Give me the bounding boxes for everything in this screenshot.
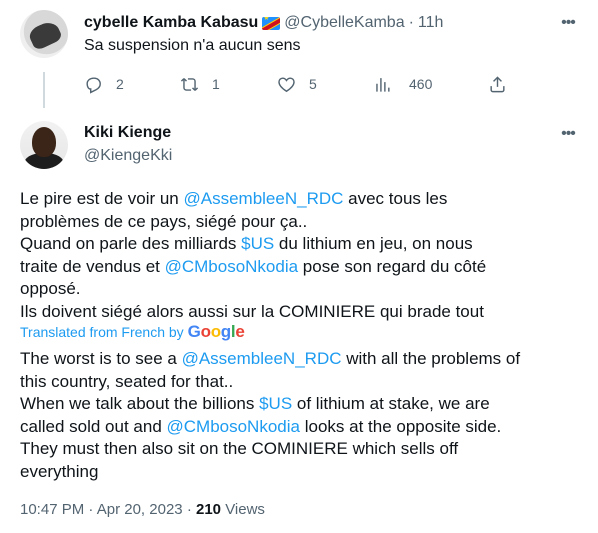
tweet-time[interactable]: 10:47 PM <box>20 501 84 518</box>
text-line: called sold out and @CMbosoNkodia looks … <box>20 416 580 439</box>
reply-count: 2 <box>116 76 124 92</box>
text-line: this country, seated for that.. <box>20 371 580 394</box>
tweet-date[interactable]: Apr 20, 2023 <box>97 501 183 518</box>
author-name[interactable]: Kiki Kienge <box>84 124 171 142</box>
mention-link[interactable]: @AssembleeN_RDC <box>183 189 343 208</box>
cashtag-link[interactable]: $US <box>241 234 274 253</box>
text-segment: Ils doivent siégé alors aussi sur la COM… <box>20 301 484 321</box>
like-icon <box>278 76 295 92</box>
text-segment: with all the problems of <box>341 349 521 368</box>
translated-label[interactable]: Translated from French by <box>20 324 184 340</box>
text-line: everything <box>20 461 580 484</box>
tweet-time[interactable]: 11h <box>418 14 444 32</box>
retweet-icon <box>180 77 199 91</box>
reply-tweet[interactable]: cybelle Kamba Kabasu @CybelleKamba · 11h… <box>0 0 598 111</box>
text-segment: called sold out and <box>20 416 167 436</box>
more-icon[interactable]: ••• <box>558 124 578 144</box>
mention-link[interactable]: @AssembleeN_RDC <box>182 349 342 368</box>
like-count: 5 <box>309 76 317 92</box>
action-bar: 2 1 5 460 <box>84 72 514 96</box>
text-segment: They must then also sit on the COMINIERE… <box>20 439 459 459</box>
text-segment: problèmes de ce pays, siégé pour ça.. <box>20 211 308 231</box>
like-button[interactable]: 5 <box>277 75 317 94</box>
views-count[interactable]: 210 <box>196 501 221 518</box>
text-line: Le pire est de voir un @AssembleeN_RDC a… <box>20 188 580 211</box>
views-icon <box>376 77 390 92</box>
text-line: traite de vendus et @CMbosoNkodia pose s… <box>20 256 580 279</box>
reply-icon <box>86 76 101 94</box>
text-segment: When we talk about the billions <box>20 394 260 414</box>
tweet-meta: 10:47 PM · Apr 20, 2023 · 210 Views <box>20 501 265 518</box>
text-segment: traite de vendus et <box>20 256 165 276</box>
text-line: problèmes de ce pays, siégé pour ça.. <box>20 211 580 234</box>
retweet-count: 1 <box>212 76 220 92</box>
more-icon[interactable]: ••• <box>558 13 578 33</box>
tweet-text-original: Le pire est de voir un @AssembleeN_RDC a… <box>20 188 580 324</box>
tweet-text: Sa suspension n'a aucun sens <box>84 37 301 54</box>
translation-attribution: Translated from French by Google <box>20 322 245 342</box>
author-name[interactable]: cybelle Kamba Kabasu <box>84 14 258 32</box>
tweet-text-translated: The worst is to see a @AssembleeN_RDC wi… <box>20 348 580 484</box>
text-segment: avec tous les <box>343 189 448 208</box>
text-line: They must then also sit on the COMINIERE… <box>20 438 580 461</box>
text-segment: du lithium en jeu, on nous <box>274 234 473 254</box>
text-line: When we talk about the billions $US of l… <box>20 393 580 416</box>
text-segment: this country, seated for that.. <box>20 371 234 391</box>
author-handle[interactable]: @KiengeKki <box>84 147 172 165</box>
text-segment: Le pire est de voir un <box>20 189 184 208</box>
avatar[interactable] <box>20 10 68 58</box>
retweet-button[interactable]: 1 <box>180 75 220 94</box>
text-segment: of lithium at stake, we are <box>292 394 490 414</box>
google-logo: Google <box>187 322 245 341</box>
views-button[interactable]: 460 <box>373 75 432 94</box>
share-button[interactable] <box>488 75 507 94</box>
author-handle[interactable]: @CybelleKamba <box>284 14 404 32</box>
text-segment: looks at the opposite side. <box>299 416 502 436</box>
text-line: The worst is to see a @AssembleeN_RDC wi… <box>20 348 580 371</box>
text-line: opposé. <box>20 278 580 301</box>
cashtag-link[interactable]: $US <box>259 394 292 413</box>
reply-header: cybelle Kamba Kabasu @CybelleKamba · 11h <box>84 12 443 34</box>
reply-button[interactable]: 2 <box>84 75 124 94</box>
text-line: Quand on parle des milliards $US du lith… <box>20 233 580 256</box>
share-icon <box>490 75 505 92</box>
text-segment: Quand on parle des milliards <box>20 234 242 254</box>
text-line: Ils doivent siégé alors aussi sur la COM… <box>20 301 580 324</box>
views-label[interactable]: Views <box>225 501 265 518</box>
mention-link[interactable]: @CMbosoNkodia <box>167 417 300 436</box>
flag-icon <box>262 16 281 30</box>
mention-link[interactable]: @CMbosoNkodia <box>165 257 298 276</box>
text-segment: pose son regard du côté <box>298 256 487 276</box>
text-segment: everything <box>20 461 99 481</box>
avatar[interactable] <box>20 121 68 169</box>
text-segment: The worst is to see a <box>20 349 182 368</box>
views-count: 460 <box>409 76 433 92</box>
separator-dot: · <box>408 14 414 31</box>
text-segment: opposé. <box>20 279 81 299</box>
